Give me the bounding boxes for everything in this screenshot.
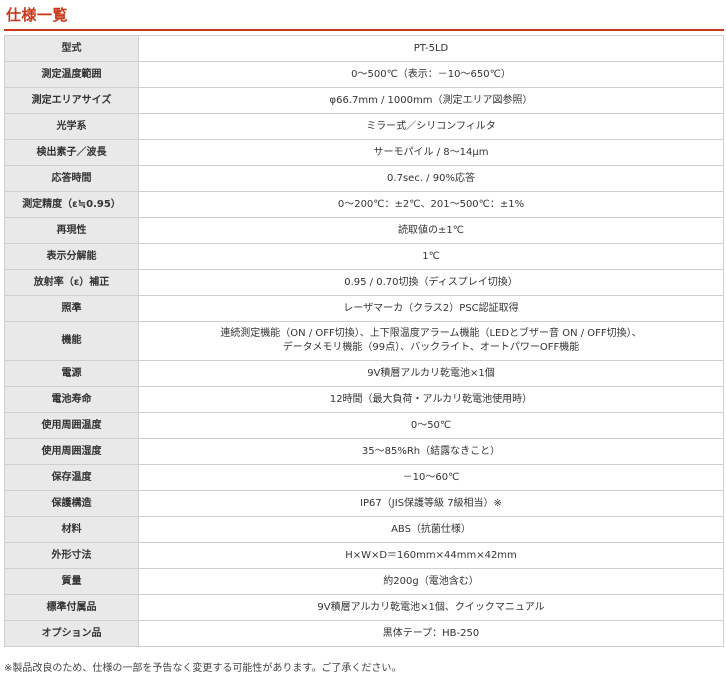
spec-label: オプション品	[4, 620, 139, 647]
table-row: 検出素子／波長 サーモパイル / 8～14μm	[4, 139, 724, 166]
spec-value: 連続測定機能（ON / OFF切換）、上下限温度アラーム機能（LEDとブザー音 …	[138, 321, 724, 361]
spec-label: 保護構造	[4, 490, 139, 517]
table-row: 機能 連続測定機能（ON / OFF切換）、上下限温度アラーム機能（LEDとブザ…	[4, 321, 724, 361]
spec-value: PT-5LD	[138, 35, 724, 62]
spec-value: 35～85%Rh（結露なきこと）	[138, 438, 724, 465]
spec-value: 1℃	[138, 243, 724, 270]
spec-value-line: 連続測定機能（ON / OFF切換）、上下限温度アラーム機能（LEDとブザー音 …	[220, 328, 642, 339]
spec-label: 機能	[4, 321, 139, 361]
spec-label: 電源	[4, 360, 139, 387]
spec-value: ミラー式／シリコンフィルタ	[138, 113, 724, 140]
table-row: 型式 PT-5LD	[4, 35, 724, 62]
spec-value-line: データメモリ機能（99点）、バックライト、オートパワーOFF機能	[282, 342, 580, 353]
spec-value: 黒体テープ：HB-250	[138, 620, 724, 647]
spec-label: 測定温度範囲	[4, 61, 139, 88]
table-row: 放射率（ε）補正 0.95 / 0.70切換（ディスプレイ切換）	[4, 269, 724, 296]
table-row: 使用周囲湿度 35～85%Rh（結露なきこと）	[4, 438, 724, 465]
spec-value: 12時間（最大負荷・アルカリ乾電池使用時）	[138, 386, 724, 413]
table-row: 質量 約200g（電池含む）	[4, 568, 724, 595]
spec-label: 質量	[4, 568, 139, 595]
spec-value: レーザマーカ（クラス2）PSC認証取得	[138, 295, 724, 322]
spec-label: 材料	[4, 516, 139, 543]
table-row: 標準付属品 9V積層アルカリ乾電池×1個、クイックマニュアル	[4, 594, 724, 621]
spec-value: 約200g（電池含む）	[138, 568, 724, 595]
table-row: 表示分解能 1℃	[4, 243, 724, 270]
spec-label: 使用周囲温度	[4, 412, 139, 439]
spec-value: サーモパイル / 8～14μm	[138, 139, 724, 166]
table-row: 応答時間 0.7sec. / 90%応答	[4, 165, 724, 192]
spec-label: 保存温度	[4, 464, 139, 491]
spec-value: 0～50℃	[138, 412, 724, 439]
spec-label: 再現性	[4, 217, 139, 244]
table-row: 測定精度（ε≒0.95） 0～200℃：±2℃、201～500℃：±1%	[4, 191, 724, 218]
spec-label: 測定精度（ε≒0.95）	[4, 191, 139, 218]
spec-label: 照準	[4, 295, 139, 322]
spec-label: 電池寿命	[4, 386, 139, 413]
table-row: 再現性 読取値の±1℃	[4, 217, 724, 244]
table-row: 保存温度 －10～60℃	[4, 464, 724, 491]
table-row: オプション品 黒体テープ：HB-250	[4, 620, 724, 647]
spec-value: ABS（抗菌仕様）	[138, 516, 724, 543]
spec-value: φ66.7mm / 1000mm（測定エリア図参照）	[138, 87, 724, 114]
spec-label: 使用周囲湿度	[4, 438, 139, 465]
section-title: 仕様一覧	[6, 6, 69, 24]
spec-value: －10～60℃	[138, 464, 724, 491]
table-row: 光学系 ミラー式／シリコンフィルタ	[4, 113, 724, 140]
table-row: 保護構造 IP67（JIS保護等級 7級相当）※	[4, 490, 724, 517]
spec-value: 0～200℃：±2℃、201～500℃：±1%	[138, 191, 724, 218]
spec-value: IP67（JIS保護等級 7級相当）※	[138, 490, 724, 517]
spec-label: 測定エリアサイズ	[4, 87, 139, 114]
title-divider	[4, 29, 724, 31]
spec-label: 表示分解能	[4, 243, 139, 270]
spec-value: 0～500℃（表示：－10～650℃）	[138, 61, 724, 88]
spec-label: 型式	[4, 35, 139, 62]
table-row: 測定エリアサイズ φ66.7mm / 1000mm（測定エリア図参照）	[4, 87, 724, 114]
spec-table: 型式 PT-5LD 測定温度範囲 0～500℃（表示：－10～650℃） 測定エリア…	[4, 35, 724, 647]
spec-value: 9V積層アルカリ乾電池×1個、クイックマニュアル	[138, 594, 724, 621]
table-row: 電池寿命 12時間（最大負荷・アルカリ乾電池使用時）	[4, 386, 724, 413]
spec-label: 検出素子／波長	[4, 139, 139, 166]
table-row: 外形寸法 H×W×D＝160mm×44mm×42mm	[4, 542, 724, 569]
spec-label: 標準付属品	[4, 594, 139, 621]
table-row: 照準 レーザマーカ（クラス2）PSC認証取得	[4, 295, 724, 322]
table-row: 使用周囲温度 0～50℃	[4, 412, 724, 439]
table-row: 測定温度範囲 0～500℃（表示：－10～650℃）	[4, 61, 724, 88]
spec-value: H×W×D＝160mm×44mm×42mm	[138, 542, 724, 569]
spec-value: 0.7sec. / 90%応答	[138, 165, 724, 192]
spec-value: 9V積層アルカリ乾電池×1個	[138, 360, 724, 387]
table-row: 電源 9V積層アルカリ乾電池×1個	[4, 360, 724, 387]
footnote: ※製品改良のため、仕様の一部を予告なく変更する可能性があります。ご了承ください。	[4, 663, 402, 674]
spec-label: 光学系	[4, 113, 139, 140]
spec-label: 応答時間	[4, 165, 139, 192]
spec-label: 放射率（ε）補正	[4, 269, 139, 296]
spec-value: 読取値の±1℃	[138, 217, 724, 244]
spec-value: 0.95 / 0.70切換（ディスプレイ切換）	[138, 269, 724, 296]
spec-label: 外形寸法	[4, 542, 139, 569]
table-row: 材料 ABS（抗菌仕様）	[4, 516, 724, 543]
